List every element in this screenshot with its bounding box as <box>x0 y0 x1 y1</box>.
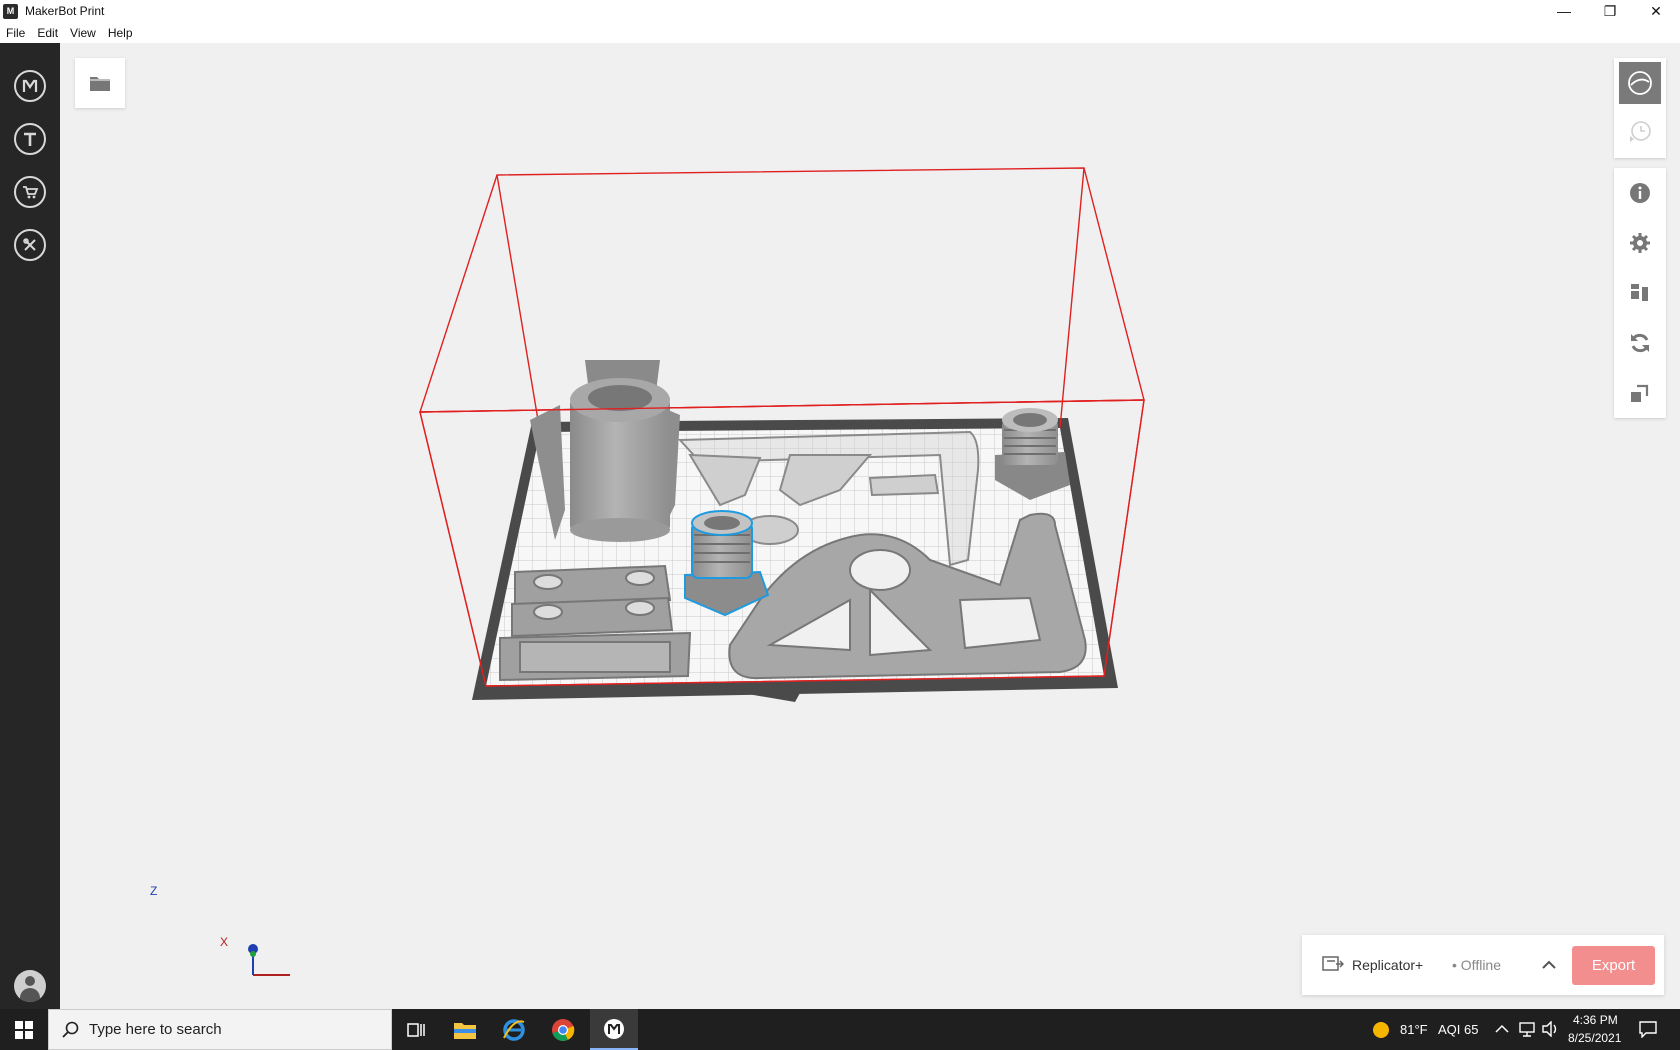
network-icon[interactable] <box>1518 1021 1536 1037</box>
build-scene[interactable] <box>60 43 1680 1009</box>
open-file-button[interactable] <box>75 58 125 108</box>
menu-file[interactable]: File <box>0 26 31 40</box>
menu-edit[interactable]: Edit <box>31 26 64 40</box>
taskbar: Type here to search 81°F AQI 65 4:36 PM … <box>0 1009 1680 1050</box>
chevron-up-icon[interactable] <box>1495 1024 1509 1034</box>
info-icon[interactable] <box>1619 172 1661 214</box>
windows-start-icon[interactable] <box>0 1009 48 1050</box>
printer-icon[interactable] <box>1322 955 1344 973</box>
notifications-icon[interactable] <box>1638 1020 1658 1038</box>
taskbar-search[interactable]: Type here to search <box>48 1009 392 1050</box>
3d-viewport[interactable]: Z X <box>60 43 1680 1009</box>
close-button[interactable]: ✕ <box>1633 0 1679 22</box>
makerbot-taskbar-icon[interactable] <box>590 1009 638 1050</box>
x-axis-label: X <box>220 935 229 949</box>
menu-bar: File Edit View Help <box>0 22 1680 43</box>
thingiverse-icon[interactable] <box>14 123 46 155</box>
internet-explorer-icon[interactable] <box>490 1009 538 1050</box>
export-button[interactable]: Export <box>1572 946 1655 985</box>
search-placeholder: Type here to search <box>89 1021 222 1038</box>
store-icon[interactable] <box>14 176 46 208</box>
window-title: MakerBot Print <box>25 4 105 18</box>
left-sidebar <box>0 43 60 1009</box>
menu-help[interactable]: Help <box>102 26 139 40</box>
weather-sun-icon[interactable] <box>1372 1021 1390 1039</box>
clamp-parts[interactable] <box>499 564 692 682</box>
settings-icon[interactable] <box>1619 222 1661 264</box>
chrome-icon[interactable] <box>539 1009 587 1050</box>
scale-icon[interactable] <box>1619 372 1661 414</box>
view-panel <box>1614 58 1666 158</box>
file-explorer-icon[interactable] <box>441 1009 489 1050</box>
menu-view[interactable]: View <box>64 26 102 40</box>
arrange-icon[interactable] <box>1619 272 1661 314</box>
air-quality[interactable]: AQI 65 <box>1438 1022 1478 1037</box>
makerbot-logo-icon[interactable] <box>14 70 46 102</box>
print-preview-icon[interactable] <box>1619 111 1661 153</box>
search-icon <box>62 1021 79 1038</box>
app-logo-icon: M <box>3 3 18 19</box>
restore-button[interactable]: ❐ <box>1587 0 1633 22</box>
printer-export-bar: Replicator+ • Offline Export <box>1302 935 1664 995</box>
clock-time[interactable]: 4:36 PM <box>1573 1013 1618 1027</box>
volume-icon[interactable] <box>1541 1021 1559 1037</box>
folder-icon <box>90 77 110 91</box>
printer-status: • Offline <box>1452 957 1501 973</box>
clock-date[interactable]: 8/25/2021 <box>1568 1031 1621 1045</box>
title-bar: M MakerBot Print — ❐ ✕ <box>0 0 1680 22</box>
z-axis-label: Z <box>150 884 158 898</box>
view-icon[interactable] <box>1619 62 1661 104</box>
weather-temperature[interactable]: 81°F <box>1400 1022 1428 1037</box>
user-avatar[interactable] <box>14 970 46 1002</box>
chevron-up-icon[interactable] <box>1542 960 1556 970</box>
tools-panel <box>1614 168 1666 418</box>
rotate-icon[interactable] <box>1619 322 1661 364</box>
minimize-button[interactable]: — <box>1541 0 1587 22</box>
tools-icon[interactable] <box>14 229 46 261</box>
task-view-icon[interactable] <box>392 1009 440 1050</box>
printer-name[interactable]: Replicator+ <box>1352 957 1423 973</box>
funnel-part[interactable] <box>530 360 680 542</box>
